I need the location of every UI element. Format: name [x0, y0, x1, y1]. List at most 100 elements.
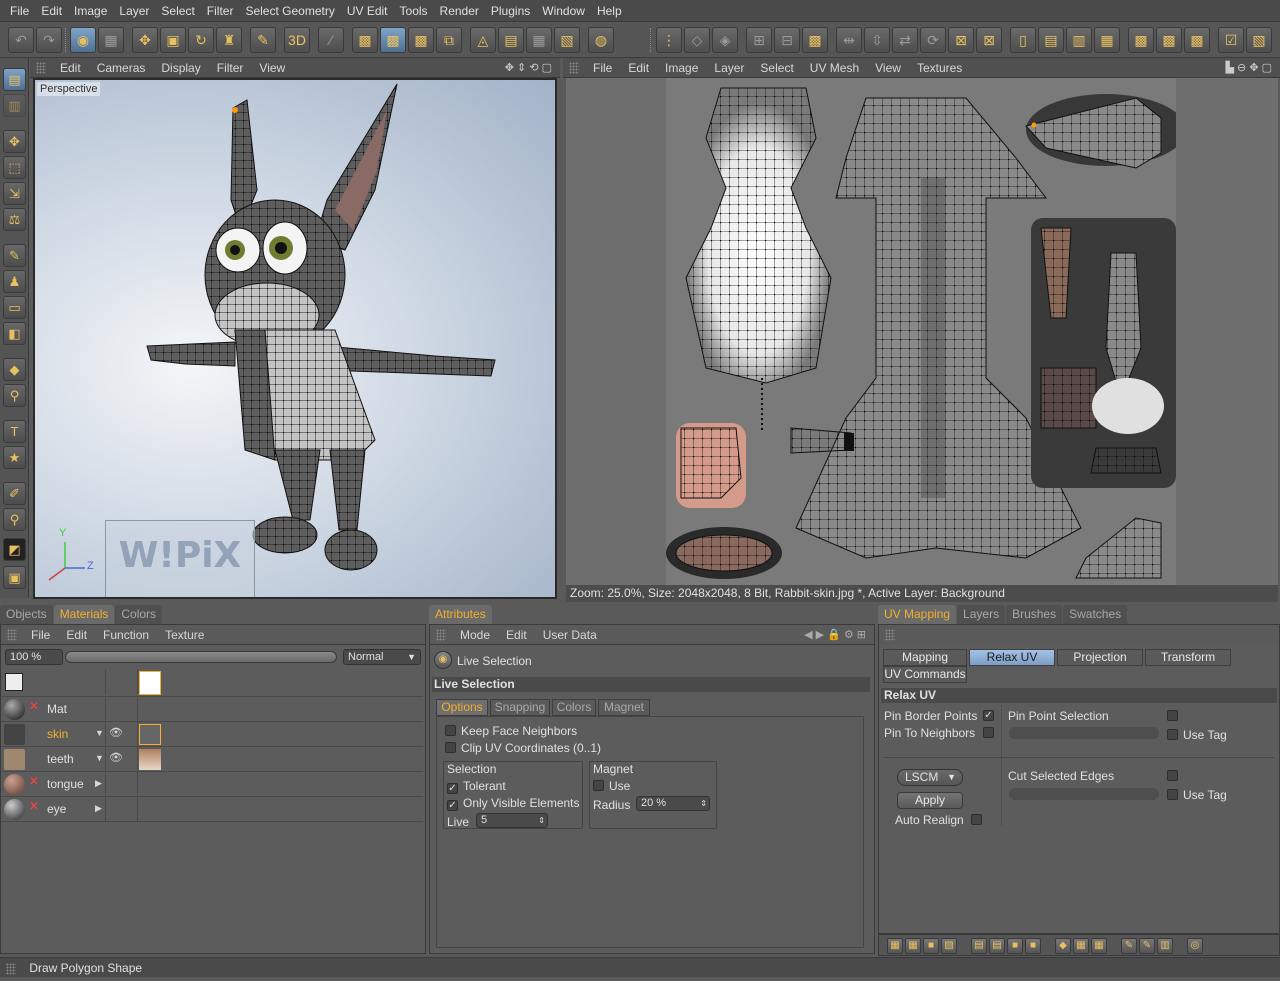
- texture-menu-file[interactable]: File: [593, 61, 612, 75]
- menu-image[interactable]: Image: [74, 4, 107, 18]
- tab-brushes[interactable]: Brushes: [1006, 605, 1063, 624]
- tab-colors[interactable]: Colors: [115, 605, 163, 624]
- radius-field[interactable]: 20 % ⇕: [636, 796, 710, 811]
- uv-command-icon[interactable]: ▦: [887, 938, 903, 954]
- scale-icon[interactable]: ▣: [160, 27, 186, 53]
- uv-scale-icon[interactable]: ◈: [712, 27, 738, 53]
- menu-filter[interactable]: Filter: [207, 4, 234, 18]
- opacity-field[interactable]: 100 %: [5, 649, 63, 665]
- eye-visibility-icon[interactable]: 👁: [109, 726, 123, 739]
- use-magnet-checkbox[interactable]: [593, 780, 604, 791]
- layout-2-icon[interactable]: ▤: [1038, 27, 1064, 53]
- use-tag-checkbox[interactable]: [1167, 729, 1178, 740]
- uv-command-icon[interactable]: ▦: [1073, 938, 1089, 954]
- brush-icon[interactable]: ✎: [3, 244, 26, 267]
- tab-swatches[interactable]: Swatches: [1063, 605, 1128, 624]
- materials-menu-function[interactable]: Function: [103, 628, 149, 642]
- viewport-menu-cameras[interactable]: Cameras: [97, 61, 146, 75]
- paint-brush-icon[interactable]: ✎: [250, 27, 276, 53]
- uv-command-icon[interactable]: ■: [1025, 938, 1041, 954]
- attributes-menu-user-data[interactable]: User Data: [543, 628, 597, 642]
- uv-grid-icon[interactable]: ⊞: [746, 27, 772, 53]
- use-tag-2-checkbox[interactable]: [1167, 789, 1178, 800]
- eye-visibility-icon[interactable]: 👁: [109, 751, 123, 764]
- uv-command-icon[interactable]: ▤: [989, 938, 1005, 954]
- subtab-magnet[interactable]: Magnet: [598, 699, 650, 716]
- uv-command-icon[interactable]: ▦: [905, 938, 921, 954]
- render-icon[interactable]: ◍: [588, 27, 614, 53]
- layout-4-icon[interactable]: ▦: [1094, 27, 1120, 53]
- pin-border-points-checkbox[interactable]: ✓: [983, 710, 994, 721]
- uv-transform-icon[interactable]: ◇: [684, 27, 710, 53]
- material-row[interactable]: ✕ tongue ▶: [1, 772, 423, 797]
- last-tool-icon[interactable]: ▦: [98, 27, 124, 53]
- attributes-menu-edit[interactable]: Edit: [506, 628, 527, 642]
- uv-rotate-icon[interactable]: ⟳: [920, 27, 946, 53]
- tab-layers[interactable]: Layers: [957, 605, 1006, 624]
- checker-points-icon[interactable]: ▩: [352, 27, 378, 53]
- subtab-options[interactable]: Options: [436, 699, 488, 716]
- subtab-relax-uv[interactable]: Relax UV: [969, 649, 1055, 666]
- text-tool-icon[interactable]: T: [3, 420, 26, 443]
- stamp-icon[interactable]: ♟: [3, 270, 26, 293]
- cut-selected-edges-checkbox[interactable]: [1167, 770, 1178, 781]
- uv-command-icon[interactable]: ▦: [1091, 938, 1107, 954]
- opacity-slider[interactable]: [65, 651, 337, 663]
- tab-attributes[interactable]: Attributes: [429, 605, 492, 624]
- star-shape-icon[interactable]: ★: [3, 446, 26, 469]
- material-row[interactable]: teeth ▼ 👁: [1, 747, 423, 772]
- menu-window[interactable]: Window: [542, 4, 585, 18]
- materials-menu-edit[interactable]: Edit: [66, 628, 87, 642]
- texture-menu-view[interactable]: View: [875, 61, 901, 75]
- uv-command-icon[interactable]: ◎: [1187, 938, 1203, 954]
- uv-command-icon[interactable]: ■: [923, 938, 939, 954]
- texture-menu-select[interactable]: Select: [760, 61, 793, 75]
- eyedropper-icon[interactable]: ✐: [3, 482, 26, 505]
- redo-icon[interactable]: ↷: [36, 27, 62, 53]
- materials-menu-file[interactable]: File: [31, 628, 50, 642]
- subtab-projection[interactable]: Projection: [1057, 649, 1143, 666]
- viewport-menu-filter[interactable]: Filter: [217, 61, 244, 75]
- texture-thumb[interactable]: [139, 671, 161, 695]
- keep-face-neighbors-option[interactable]: Keep Face Neighbors: [445, 724, 577, 738]
- close-icon[interactable]: ✕: [29, 799, 39, 813]
- pin-point-selection-field[interactable]: [1009, 727, 1159, 739]
- layout-1-icon[interactable]: ▯: [1010, 27, 1036, 53]
- menu-plugins[interactable]: Plugins: [491, 4, 530, 18]
- uv-command-icon[interactable]: ■: [1007, 938, 1023, 954]
- uv-terrain-icon[interactable]: ☑: [1218, 27, 1244, 53]
- chevron-down-icon[interactable]: ▼: [95, 728, 104, 738]
- materials-menu-texture[interactable]: Texture: [165, 628, 204, 642]
- undo-icon[interactable]: ↶: [8, 27, 34, 53]
- uv-move-icon[interactable]: ⇲: [3, 182, 26, 205]
- keep-face-neighbors-checkbox[interactable]: [445, 725, 456, 736]
- weight-icon[interactable]: ⚖: [3, 208, 26, 231]
- subtab-transform[interactable]: Transform: [1145, 649, 1231, 666]
- subtab-colors[interactable]: Colors: [552, 699, 596, 716]
- gradient-icon[interactable]: ◧: [3, 322, 26, 345]
- tolerant-option[interactable]: ✓ Tolerant: [447, 779, 506, 794]
- tab-materials[interactable]: Materials: [53, 605, 115, 624]
- pin-point-selection-checkbox[interactable]: [1167, 710, 1178, 721]
- only-visible-option[interactable]: ✓ Only Visible Elements: [447, 796, 580, 811]
- uv-select-icon[interactable]: ⋮: [656, 27, 682, 53]
- pin-to-neighbors-checkbox[interactable]: [983, 727, 994, 738]
- only-visible-checkbox[interactable]: ✓: [447, 800, 458, 811]
- smudge-icon[interactable]: ◆: [3, 358, 26, 381]
- live-value-field[interactable]: 5 ⇕: [476, 813, 548, 828]
- menu-file[interactable]: File: [10, 4, 29, 18]
- subtab-uv-commands[interactable]: UV Commands: [883, 666, 967, 683]
- attributes-nav-icons[interactable]: ◀ ▶ 🔒 ⚙ ⊞: [804, 628, 866, 641]
- pattern-icon[interactable]: ▣: [3, 566, 26, 589]
- uv-texture-canvas[interactable]: [566, 78, 1278, 585]
- relax-method-select[interactable]: LSCM ▼: [897, 769, 963, 786]
- viewport-menu-view[interactable]: View: [259, 61, 285, 75]
- texture-menu-image[interactable]: Image: [665, 61, 698, 75]
- attributes-menu-mode[interactable]: Mode: [460, 628, 490, 642]
- uv-command-icon[interactable]: ◆: [1055, 938, 1071, 954]
- stepper-icon[interactable]: ⇕: [700, 797, 707, 810]
- texture-menu-textures[interactable]: Textures: [917, 61, 962, 75]
- uv-fit-icon[interactable]: ⊠: [948, 27, 974, 53]
- texture-thumb[interactable]: [139, 724, 161, 745]
- uv-settings-icon[interactable]: ▧: [1246, 27, 1272, 53]
